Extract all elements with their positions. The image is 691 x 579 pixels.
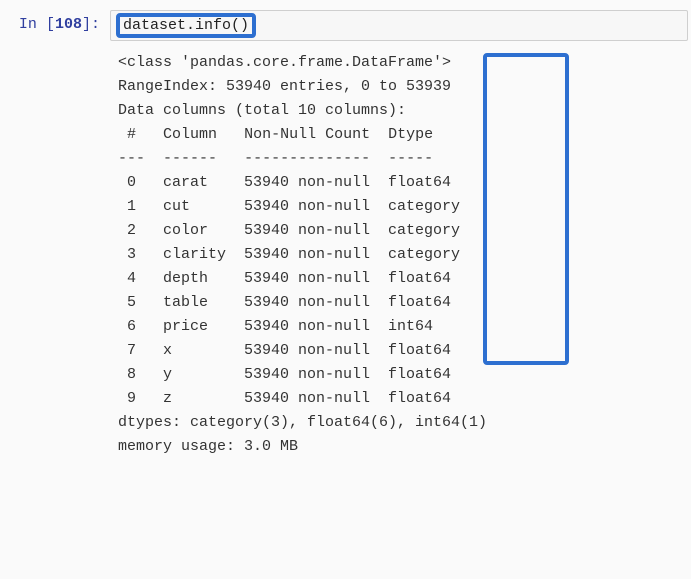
output-class-line: <class 'pandas.core.frame.DataFrame'> (118, 51, 688, 75)
output-sep-row: --- ------ -------------- ----- (118, 147, 688, 171)
output-data-row: 9 z 53940 non-null float64 (118, 387, 688, 411)
output-data-row: 2 color 53940 non-null category (118, 219, 688, 243)
cell-body: dataset.info() <class 'pandas.core.frame… (110, 10, 688, 459)
output-cols-line: Data columns (total 10 columns): (118, 99, 688, 123)
header-hash: # (118, 126, 145, 143)
sep-dtype: ----- (388, 150, 460, 167)
header-nonnull: Non-Null Count (244, 126, 370, 143)
output-data-row: 3 clarity 53940 non-null category (118, 243, 688, 267)
in-prompt-number: 108 (55, 16, 82, 33)
in-prompt-suffix: : (91, 16, 100, 33)
sep-column: ------ (163, 150, 226, 167)
code-text: dataset.info() (123, 17, 249, 34)
output-data-row: 1 cut 53940 non-null category (118, 195, 688, 219)
output-data-row: 5 table 53940 non-null float64 (118, 291, 688, 315)
output-memory-line: memory usage: 3.0 MB (118, 435, 688, 459)
output-header-row: # Column Non-Null Count Dtype (118, 123, 688, 147)
sep-nonnull: -------------- (244, 150, 370, 167)
in-prompt-label: In (19, 16, 46, 33)
output-data-row: 6 price 53940 non-null int64 (118, 315, 688, 339)
output-data-row: 8 y 53940 non-null float64 (118, 363, 688, 387)
output-block: <class 'pandas.core.frame.DataFrame'>Ran… (110, 51, 688, 459)
output-data-row: 0 carat 53940 non-null float64 (118, 171, 688, 195)
highlight-code: dataset.info() (116, 13, 256, 38)
jupyter-cell: In [108]: dataset.info() <class 'pandas.… (10, 10, 681, 459)
output-range-line: RangeIndex: 53940 entries, 0 to 53939 (118, 75, 688, 99)
output-data-row: 4 depth 53940 non-null float64 (118, 267, 688, 291)
header-dtype: Dtype (388, 126, 460, 143)
in-prompt: In [108]: (10, 10, 110, 39)
sep-hash: --- (118, 150, 145, 167)
header-column: Column (163, 126, 226, 143)
output-data-row: 7 x 53940 non-null float64 (118, 339, 688, 363)
output-dtypes-line: dtypes: category(3), float64(6), int64(1… (118, 411, 688, 435)
code-input[interactable]: dataset.info() (110, 10, 688, 41)
